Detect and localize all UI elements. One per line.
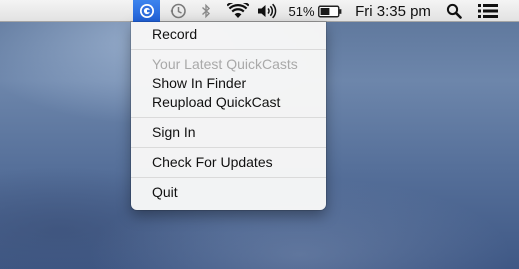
wifi-icon <box>227 3 249 18</box>
menu-separator <box>131 117 326 118</box>
clock-menu-extra[interactable]: Fri 3:35 pm <box>350 0 436 22</box>
clock-text: Fri 3:35 pm <box>355 2 431 20</box>
menu-item-quit[interactable]: Quit <box>131 183 326 202</box>
menu-separator <box>131 147 326 148</box>
bluetooth-icon <box>202 3 211 19</box>
spotlight-button[interactable] <box>444 0 464 22</box>
menu-separator <box>131 177 326 178</box>
volume-icon <box>258 3 277 19</box>
battery-menu-extra[interactable]: 51% <box>286 0 344 22</box>
menu-bar: 51% Fri 3:35 pm <box>0 0 519 22</box>
notification-center-button[interactable] <box>476 0 500 22</box>
menu-item-check-for-updates[interactable]: Check For Updates <box>131 153 326 172</box>
time-machine-menu-extra[interactable] <box>166 0 190 22</box>
battery-icon <box>317 5 341 17</box>
menu-item-record[interactable]: Record <box>131 25 326 44</box>
wifi-menu-extra[interactable] <box>225 0 251 22</box>
bluetooth-menu-extra[interactable] <box>197 0 215 22</box>
time-machine-icon <box>170 3 186 19</box>
menu-item-show-in-finder[interactable]: Show In Finder <box>131 74 326 93</box>
menu-item-reupload-quickcast[interactable]: Reupload QuickCast <box>131 93 326 112</box>
notification-center-icon <box>478 4 498 18</box>
search-icon <box>446 3 462 19</box>
quickcast-menu-extra[interactable] <box>133 0 160 22</box>
menu-header-latest-quickcasts: Your Latest QuickCasts <box>152 56 298 72</box>
quickcast-icon <box>139 4 154 18</box>
battery-percent: 51% <box>288 3 315 19</box>
volume-menu-extra[interactable] <box>256 0 278 22</box>
quickcast-dropdown-menu: Record Your Latest QuickCasts Show In Fi… <box>131 22 326 210</box>
desktop: 51% Fri 3:35 pm Record Your Latest Quick… <box>0 0 519 269</box>
menu-separator <box>131 49 326 50</box>
menu-item-sign-in[interactable]: Sign In <box>131 123 326 142</box>
